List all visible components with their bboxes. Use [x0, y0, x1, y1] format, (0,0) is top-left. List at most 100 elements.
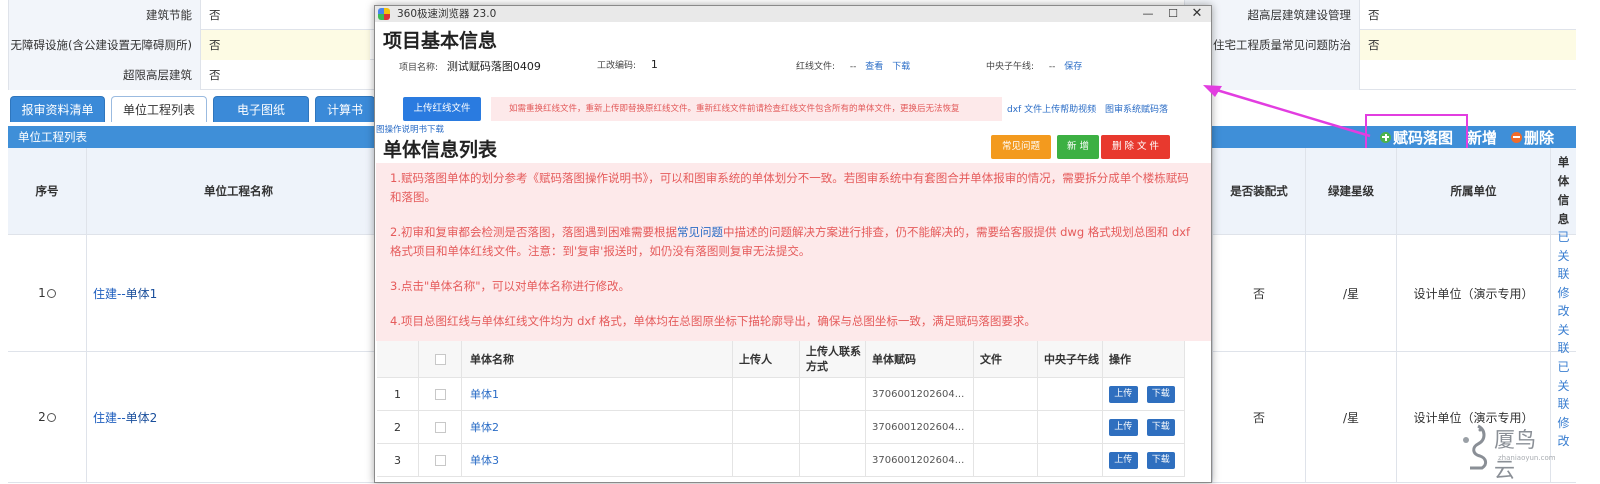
row-meridian: [1038, 444, 1103, 476]
close-icon[interactable]: ✕: [1186, 6, 1208, 22]
info-label: 建筑节能: [8, 0, 200, 30]
col-info: 单体信息: [1550, 148, 1576, 234]
download-button[interactable]: 下载: [1146, 451, 1175, 469]
add-button[interactable]: 新增: [1467, 127, 1497, 148]
meridian-value: --: [1048, 62, 1056, 72]
row-file: [974, 444, 1038, 476]
row-index-value: 1: [38, 286, 46, 300]
row-checkbox[interactable]: [434, 454, 446, 466]
col-prefab: 是否装配式: [1212, 148, 1305, 234]
row-info-link[interactable]: 已关联修改关联: [1557, 228, 1571, 358]
project-code-value: 1: [650, 58, 658, 71]
delete-file-button[interactable]: 删 除 文 件: [1101, 135, 1170, 159]
redline-value: --: [849, 62, 857, 72]
row-meridian: [1038, 411, 1103, 443]
watermark-sub: zhaniaoyun.com: [1498, 454, 1556, 462]
project-name-label: 项目名称:: [399, 63, 439, 73]
radio-icon[interactable]: [46, 412, 56, 422]
info-value: 否: [200, 30, 370, 60]
row-file: [974, 378, 1038, 410]
row-checkbox[interactable]: [434, 421, 446, 433]
row-name-prefix[interactable]: 住建--: [93, 409, 126, 426]
redline-warning: 如需重换红线文件，重新上传即替换原红线文件。重新红线文件前请检查红线文件包含所有…: [491, 97, 1002, 121]
table-row: 1 单体1 3706001202604... 上传 下载: [377, 378, 1185, 411]
unit-name-link[interactable]: 单体2: [470, 419, 499, 435]
row-ops: 上传 下载: [1103, 411, 1185, 443]
row-contact: [800, 411, 866, 443]
tab-unit-projects[interactable]: 单位工程列表: [111, 96, 207, 122]
col-info-label: 单体信息: [1557, 155, 1570, 226]
faq-button[interactable]: 常见问题: [991, 135, 1051, 159]
row-index-value: 2: [38, 410, 46, 424]
browser-logo-icon: [378, 8, 390, 20]
upload-redline-button[interactable]: 上传红线文件: [403, 97, 481, 121]
upload-button[interactable]: 上传: [1109, 451, 1138, 469]
redline-field: 红线文件: -- 查看 下载: [796, 59, 910, 72]
list-title: 单位工程列表: [18, 130, 87, 144]
manual-link[interactable]: 图审系统赋码落: [1105, 102, 1168, 115]
delete-button[interactable]: 删除: [1511, 127, 1554, 148]
minus-circle-icon: [1511, 131, 1523, 143]
row-name-link[interactable]: 单体1: [126, 285, 158, 302]
row-name-prefix[interactable]: 住建--: [93, 285, 126, 302]
row-prefab: 否: [1212, 352, 1305, 482]
row-name: 住建-- 单体2: [86, 352, 390, 482]
table-row: 3 单体3 3706001202604... 上传 下载: [377, 444, 1185, 477]
row-name-link[interactable]: 单体2: [126, 409, 158, 426]
info-label: 超限高层建筑: [8, 60, 200, 90]
row-name-cell: 单体2: [462, 411, 733, 443]
col-uploader: 上传人: [733, 341, 800, 377]
col-index: 序号: [8, 148, 86, 234]
meridian-save-link[interactable]: 保存: [1064, 62, 1082, 72]
notice-item: 3.点击"单体名称"，可以对单体名称进行修改。: [390, 277, 1198, 296]
row-code: 3706001202604...: [866, 411, 974, 443]
download-button[interactable]: 下载: [1146, 418, 1175, 436]
col-code: 单体赋码: [866, 341, 974, 377]
col-file: 文件: [974, 341, 1038, 377]
unit-name-link[interactable]: 单体1: [470, 386, 499, 402]
unit-list-title: 单体信息列表: [383, 139, 498, 161]
add-unit-button[interactable]: 新 增: [1057, 135, 1099, 159]
row-info-link[interactable]: 已关联修改: [1557, 358, 1571, 451]
row-uploader: [733, 378, 800, 410]
row-info: 已关联修改: [1550, 352, 1576, 482]
download-button[interactable]: 下载: [1146, 385, 1175, 403]
notice-item: 1.赋码落图单体的划分参考《赋码落图操作说明书》，可以和图审系统的单体划分不一致…: [390, 169, 1198, 207]
bird-logo-icon: [1463, 424, 1488, 470]
popup-window: 360极速浏览器 23.0 — ☐ ✕ 项目基本信息 项目名称: 测试赋码落图0…: [374, 5, 1212, 483]
radio-icon[interactable]: [46, 288, 56, 298]
upload-button[interactable]: 上传: [1109, 418, 1138, 436]
col-index: [377, 341, 419, 377]
upload-button[interactable]: 上传: [1109, 385, 1138, 403]
col-green-level: 绿建星级: [1305, 148, 1396, 234]
select-all-checkbox[interactable]: [434, 353, 446, 365]
row-code: 3706001202604...: [866, 444, 974, 476]
row-index: 1: [377, 378, 419, 410]
row-index: 3: [377, 444, 419, 476]
row-prefab: 否: [1212, 235, 1305, 351]
row-checkbox[interactable]: [434, 388, 446, 400]
col-unit: 所属单位: [1396, 148, 1550, 234]
row-contact: [800, 378, 866, 410]
info-value: 否: [200, 60, 370, 90]
notice-text: 4.项目总图红线与单体红线文件均为 dxf 格式，单体均在总图原坐标下描轮廓导出…: [390, 314, 1036, 328]
faq-inline-link[interactable]: 常见问题: [677, 225, 723, 239]
minimize-icon[interactable]: —: [1137, 6, 1159, 22]
redline-view-link[interactable]: 查看: [865, 62, 883, 72]
tab-calculations[interactable]: 计算书: [315, 96, 375, 122]
redline-download-link[interactable]: 下载: [892, 62, 910, 72]
row-code: 3706001202604...: [866, 378, 974, 410]
dxf-help-link[interactable]: dxf 文件上传帮助视频: [1007, 102, 1096, 115]
tab-submission-list[interactable]: 报审资料清单: [10, 96, 105, 122]
notice-text: 3.点击"单体名称"，可以对单体名称进行修改。: [390, 279, 631, 293]
row-checkbox-cell: [419, 411, 462, 443]
unit-name-link[interactable]: 单体3: [470, 452, 499, 468]
notice-text: 1.赋码落图单体的划分参考《赋码落图操作说明书》，可以和图审系统的单体划分不一致…: [390, 171, 1189, 204]
tab-drawings[interactable]: 电子图纸: [213, 96, 309, 122]
row-uploader: [733, 444, 800, 476]
col-contact: 上传人联系方式: [800, 341, 866, 377]
project-code-label: 工改编码:: [597, 61, 637, 71]
row-green-level: /星: [1305, 235, 1396, 351]
manual-download-link[interactable]: 图操作说明书下载: [376, 123, 444, 135]
maximize-icon[interactable]: ☐: [1162, 6, 1184, 22]
